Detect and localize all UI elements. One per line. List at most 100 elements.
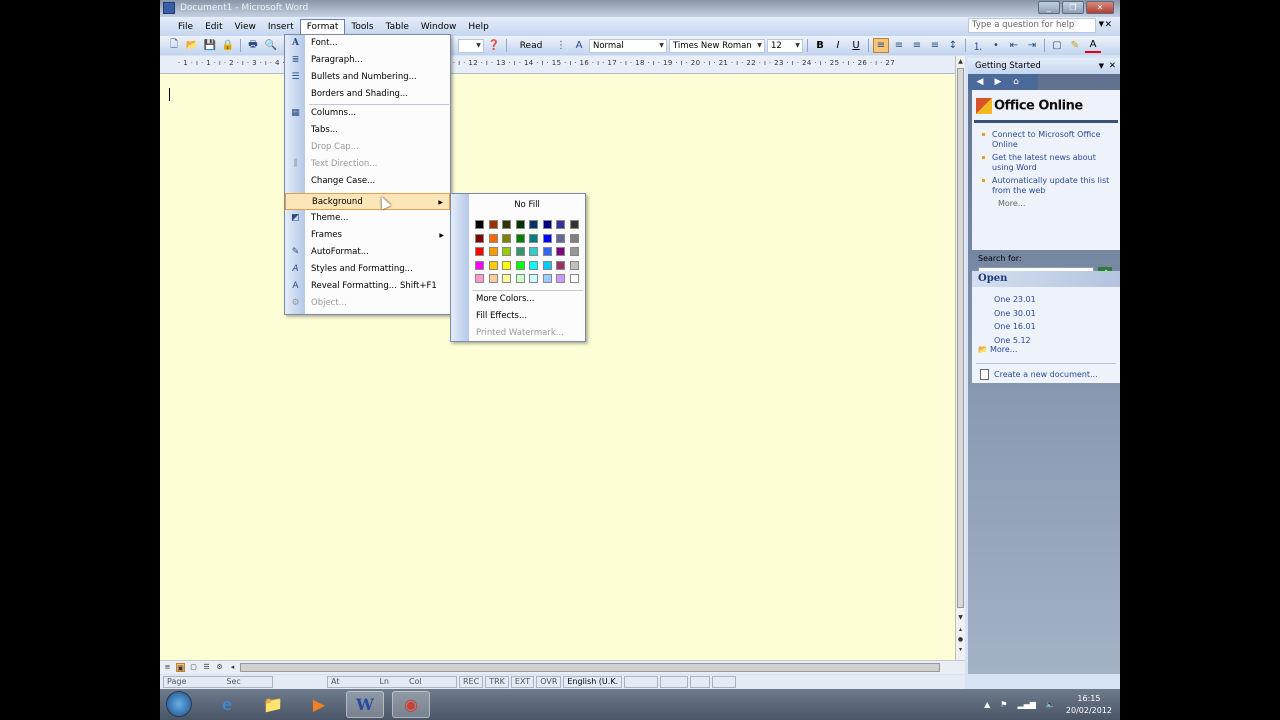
font-combo[interactable]: Times New Roman ▼ [669, 38, 765, 53]
line-spacing-icon[interactable]: ↕ [945, 38, 961, 53]
color-swatch[interactable] [475, 233, 484, 243]
network-signal-icon[interactable]: ▂▄▆ [1017, 700, 1035, 709]
color-swatch[interactable] [569, 260, 579, 270]
restore-button[interactable]: ❐ [1062, 1, 1084, 14]
menu-insert[interactable]: Insert [262, 20, 300, 34]
show-hidden-icons[interactable]: ▲ [984, 700, 990, 709]
align-right-icon[interactable]: ≡ [909, 38, 925, 53]
color-swatch[interactable] [529, 233, 538, 243]
style-combo[interactable]: Normal ▼ [589, 38, 667, 53]
volume-icon[interactable]: 🔈 [1046, 700, 1056, 709]
status-language[interactable]: English (U.K. [563, 676, 623, 688]
previous-page-icon[interactable]: ▴ [956, 626, 965, 633]
color-swatch[interactable] [556, 260, 565, 270]
menu-item-tabs[interactable]: Tabs... [285, 122, 450, 139]
menu-item-text-direction[interactable]: ⫼ Text Direction... [285, 156, 450, 173]
help-dropdown-icon[interactable]: ▼ [1099, 20, 1104, 28]
color-swatch[interactable] [569, 233, 579, 243]
menu-item-font[interactable]: A Font... [285, 35, 450, 52]
color-swatch[interactable] [515, 233, 525, 243]
color-swatch[interactable] [529, 220, 538, 229]
color-swatch[interactable] [556, 247, 565, 256]
action-center-flag-icon[interactable]: ⚑ [1000, 700, 1007, 709]
help-icon[interactable]: ❓ [486, 38, 502, 53]
color-swatch[interactable] [529, 247, 538, 256]
menu-item-autoformat[interactable]: ✎ AutoFormat... [285, 244, 450, 261]
color-swatch[interactable] [515, 274, 525, 283]
menu-item-reveal-formatting[interactable]: A Reveal Formatting... Shift+F1 [285, 278, 450, 295]
word-taskbar-icon[interactable]: W [346, 691, 384, 718]
fill-effects-option[interactable]: Fill Effects... [476, 311, 527, 321]
recent-file[interactable]: One 23.01 [994, 293, 1036, 307]
numbering-icon[interactable]: ⒈ [970, 38, 986, 53]
permission-icon[interactable]: 🔒 [220, 38, 236, 53]
menu-item-object[interactable]: ⚙ Object... [285, 295, 450, 312]
color-swatch[interactable] [515, 247, 525, 256]
menu-view[interactable]: View [229, 20, 262, 34]
connect-link[interactable]: Connect to Microsoft Office Online [978, 130, 1116, 150]
color-swatch[interactable] [556, 220, 565, 229]
menu-item-columns[interactable]: ▦ Columns... [285, 105, 450, 122]
color-swatch[interactable] [529, 260, 538, 270]
menu-item-borders[interactable]: Borders and Shading... [285, 86, 450, 103]
horizontal-scrollbar[interactable] [240, 663, 940, 672]
color-swatch[interactable] [515, 220, 525, 229]
start-button[interactable] [166, 691, 192, 717]
back-icon[interactable]: ◀ [973, 77, 987, 87]
font-color-icon[interactable]: A [1085, 38, 1101, 53]
printed-watermark-option[interactable]: Printed Watermark... [476, 328, 564, 338]
open-more-link[interactable]: More... [978, 345, 1017, 354]
more-link[interactable]: More... [978, 199, 1116, 208]
status-ext[interactable]: EXT [510, 676, 535, 688]
chrome-icon[interactable]: ◉ [392, 691, 430, 718]
task-pane-dropdown-icon[interactable]: ▼ [1099, 58, 1104, 74]
decrease-indent-icon[interactable]: ⇤ [1006, 38, 1022, 53]
color-swatch[interactable] [488, 274, 498, 283]
menu-item-bullets[interactable]: ☰ Bullets and Numbering... [285, 69, 450, 86]
color-swatch[interactable] [515, 260, 525, 270]
latest-news-link[interactable]: Get the latest news about using Word [978, 153, 1116, 173]
color-swatch[interactable] [569, 247, 579, 256]
menu-edit[interactable]: Edit [199, 20, 228, 34]
home-icon[interactable]: ⌂ [1009, 77, 1023, 87]
bullets-icon[interactable]: • [988, 38, 1004, 53]
more-colors-option[interactable]: More Colors... [476, 294, 535, 304]
color-swatch[interactable] [475, 274, 484, 283]
menu-item-theme[interactable]: ◩ Theme... [285, 210, 450, 227]
color-swatch[interactable] [502, 220, 511, 229]
next-page-icon[interactable]: ▾ [956, 646, 965, 653]
menu-item-paragraph[interactable]: ≣ Paragraph... [285, 52, 450, 69]
new-document-icon[interactable]: 🗋 [166, 38, 182, 53]
justify-icon[interactable]: ≡ [927, 38, 943, 53]
styles-formatting-icon[interactable]: A [571, 38, 587, 53]
color-swatch[interactable] [556, 233, 565, 243]
outline-view-icon[interactable]: ☰ [202, 663, 211, 672]
print-icon[interactable]: 🖶 [245, 38, 261, 53]
color-swatch[interactable] [542, 233, 552, 243]
bold-button[interactable]: B [812, 38, 828, 53]
auto-update-link[interactable]: Automatically update this list from the … [978, 176, 1116, 196]
menu-help[interactable]: Help [462, 20, 495, 34]
align-left-icon[interactable]: ≡ [873, 38, 889, 53]
color-swatch[interactable] [488, 247, 498, 256]
menu-table[interactable]: Table [380, 20, 415, 34]
minimize-button[interactable]: _ [1038, 1, 1060, 14]
select-browse-object-icon[interactable]: ● [956, 636, 965, 643]
align-center-icon[interactable]: ≡ [891, 38, 907, 53]
vertical-scrollbar[interactable]: ▲ ▼ ▴ ● ▾ [955, 56, 965, 660]
color-swatch[interactable] [502, 247, 511, 256]
zoom-combo[interactable]: ▼ [458, 38, 484, 53]
menu-item-styles[interactable]: A Styles and Formatting... [285, 261, 450, 278]
color-swatch[interactable] [475, 220, 484, 229]
vertical-scroll-thumb[interactable] [957, 68, 964, 608]
task-pane-close-icon[interactable]: ✕ [1109, 58, 1116, 74]
scroll-up-icon[interactable]: ▲ [956, 58, 965, 65]
web-layout-view-icon[interactable]: ▣ [176, 663, 185, 672]
scroll-down-icon[interactable]: ▼ [956, 614, 965, 621]
highlight-icon[interactable]: ✎ [1067, 38, 1083, 53]
color-swatch[interactable] [556, 274, 565, 283]
help-search-input[interactable]: Type a question for help [968, 18, 1096, 33]
file-explorer-icon[interactable]: 📁 [254, 691, 292, 718]
status-ovr[interactable]: OVR [536, 676, 562, 688]
create-new-document-link[interactable]: Create a new document... [980, 369, 1098, 380]
